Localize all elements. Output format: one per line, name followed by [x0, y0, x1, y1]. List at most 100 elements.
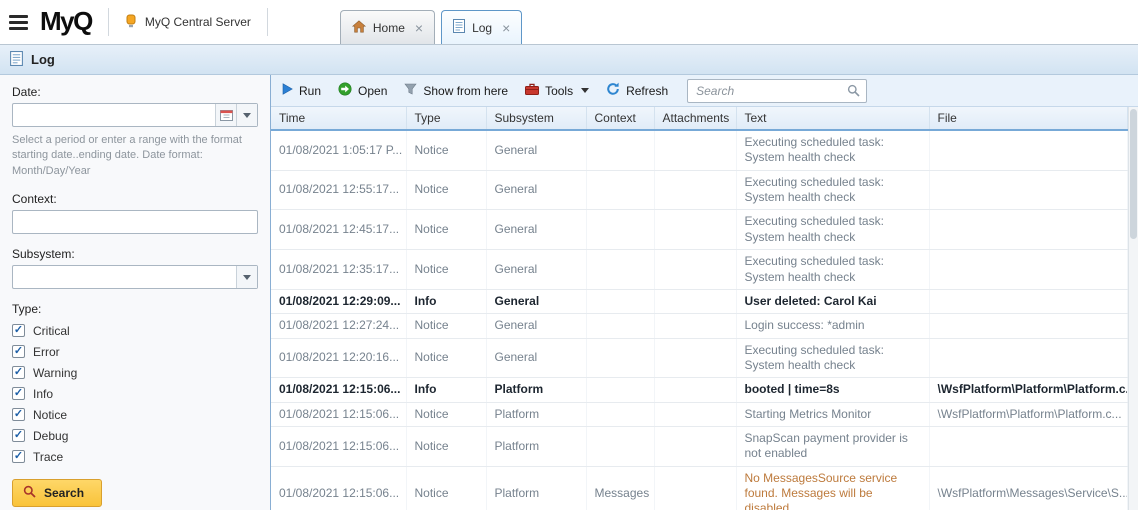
column-header-context[interactable]: Context	[586, 107, 654, 130]
table-header-row: Time Type Subsystem Context Attachments …	[271, 107, 1128, 130]
cell-text: Executing scheduled task: System health …	[736, 210, 929, 250]
server-icon	[125, 14, 137, 31]
log-table: Time Type Subsystem Context Attachments …	[271, 107, 1128, 510]
type-checkbox-notice[interactable]: ✓ Notice	[12, 404, 258, 425]
table-row[interactable]: 01/08/2021 12:15:06... Notice Platform S…	[271, 402, 1128, 426]
cell-context	[586, 402, 654, 426]
cell-text: User deleted: Carol Kai	[736, 289, 929, 313]
table-row[interactable]: 01/08/2021 12:45:17... Notice General Ex…	[271, 210, 1128, 250]
checkbox-icon[interactable]: ✓	[12, 324, 25, 337]
myq-logo: MyQ	[34, 6, 108, 39]
grid-body: Time Type Subsystem Context Attachments …	[271, 107, 1138, 510]
checkbox-icon[interactable]: ✓	[12, 450, 25, 463]
table-row[interactable]: 01/08/2021 12:27:24... Notice General Lo…	[271, 314, 1128, 338]
content-area: Date: Select a period or enter a range w…	[0, 75, 1138, 510]
log-table-body: 01/08/2021 1:05:17 P... Notice General E…	[271, 130, 1128, 510]
cell-subsystem: Platform	[486, 378, 586, 402]
cell-subsystem: Platform	[486, 427, 586, 467]
type-checkbox-warning[interactable]: ✓ Warning	[12, 362, 258, 383]
type-checkbox-critical[interactable]: ✓ Critical	[12, 320, 258, 341]
table-row[interactable]: 01/08/2021 1:05:17 P... Notice General E…	[271, 130, 1128, 170]
type-checkbox-info[interactable]: ✓ Info	[12, 383, 258, 404]
open-button[interactable]: Open	[338, 82, 387, 99]
cell-type: Notice	[406, 466, 486, 510]
cell-context	[586, 289, 654, 313]
checkbox-icon[interactable]: ✓	[12, 366, 25, 379]
page-titlebar: Log	[0, 45, 1138, 75]
cell-file: \WsfPlatform\Messages\Service\S...	[929, 466, 1128, 510]
column-header-text[interactable]: Text	[736, 107, 929, 130]
tab-log[interactable]: Log ×	[441, 10, 522, 44]
column-header-file[interactable]: File	[929, 107, 1128, 130]
date-hint: Select a period or enter a range with th…	[12, 133, 258, 179]
table-row[interactable]: 01/08/2021 12:55:17... Notice General Ex…	[271, 170, 1128, 210]
cell-text: Executing scheduled task: System health …	[736, 130, 929, 170]
calendar-icon[interactable]	[215, 104, 236, 126]
cell-context: Messages	[586, 466, 654, 510]
hamburger-menu-icon[interactable]	[0, 12, 34, 33]
checkbox-icon[interactable]: ✓	[12, 387, 25, 400]
checkbox-label: Notice	[33, 408, 67, 422]
tools-button[interactable]: Tools	[525, 83, 589, 98]
table-row[interactable]: 01/08/2021 12:29:09... Info General User…	[271, 289, 1128, 313]
cell-type: Notice	[406, 130, 486, 170]
grid-search-input[interactable]	[687, 79, 867, 103]
type-checkbox-error[interactable]: ✓ Error	[12, 341, 258, 362]
cell-attachments	[654, 466, 736, 510]
search-button[interactable]: Search	[12, 479, 102, 507]
column-header-time[interactable]: Time	[271, 107, 406, 130]
type-checkbox-debug[interactable]: ✓ Debug	[12, 425, 258, 446]
checkbox-label: Trace	[33, 450, 63, 464]
checkbox-icon[interactable]: ✓	[12, 429, 25, 442]
cell-text: Login success: *admin	[736, 314, 929, 338]
table-row[interactable]: 01/08/2021 12:15:06... Notice Platform M…	[271, 466, 1128, 510]
date-label: Date:	[12, 85, 258, 99]
column-header-attachments[interactable]: Attachments	[654, 107, 736, 130]
table-row[interactable]: 01/08/2021 12:15:06... Notice Platform S…	[271, 427, 1128, 467]
refresh-label: Refresh	[626, 84, 668, 98]
table-row[interactable]: 01/08/2021 12:15:06... Info Platform boo…	[271, 378, 1128, 402]
checkbox-label: Critical	[33, 324, 70, 338]
subsystem-label: Subsystem:	[12, 247, 258, 261]
vertical-scrollbar[interactable]	[1128, 107, 1138, 510]
cell-type: Notice	[406, 250, 486, 290]
checkbox-label: Info	[33, 387, 53, 401]
column-header-subsystem[interactable]: Subsystem	[486, 107, 586, 130]
filter-sidebar: Date: Select a period or enter a range w…	[0, 75, 270, 510]
checkbox-icon[interactable]: ✓	[12, 345, 25, 358]
table-row[interactable]: 01/08/2021 12:35:17... Notice General Ex…	[271, 250, 1128, 290]
cell-context	[586, 250, 654, 290]
log-page-icon	[10, 51, 23, 69]
cell-context	[586, 314, 654, 338]
table-row[interactable]: 01/08/2021 12:20:16... Notice General Ex…	[271, 338, 1128, 378]
subsystem-field	[12, 265, 258, 289]
page-title: Log	[31, 52, 55, 67]
tab-close-icon[interactable]: ×	[415, 20, 423, 36]
cell-file	[929, 210, 1128, 250]
show-from-here-label: Show from here	[423, 84, 508, 98]
type-checkbox-trace[interactable]: ✓ Trace	[12, 446, 258, 467]
checkbox-icon[interactable]: ✓	[12, 408, 25, 421]
server-tab[interactable]: MyQ Central Server	[109, 0, 267, 44]
date-dropdown-caret[interactable]	[236, 104, 257, 126]
checkbox-label: Debug	[33, 429, 68, 443]
cell-attachments	[654, 250, 736, 290]
tab-strip: Home × Log ×	[340, 10, 522, 44]
cell-subsystem: General	[486, 210, 586, 250]
app-window: MyQ MyQ Central Server Home × Log ×	[0, 0, 1138, 510]
grid-toolbar: Run Open Show from here	[271, 75, 1138, 107]
refresh-button[interactable]: Refresh	[606, 82, 668, 99]
cell-subsystem: General	[486, 314, 586, 338]
cell-text: Starting Metrics Monitor	[736, 402, 929, 426]
run-button[interactable]: Run	[282, 83, 321, 98]
subsystem-dropdown-caret[interactable]	[236, 266, 257, 288]
show-from-here-button[interactable]: Show from here	[404, 83, 508, 98]
column-header-type[interactable]: Type	[406, 107, 486, 130]
cell-time: 01/08/2021 1:05:17 P...	[271, 130, 406, 170]
context-input[interactable]	[12, 210, 258, 234]
tab-close-icon[interactable]: ×	[502, 20, 510, 36]
subsystem-select[interactable]	[12, 265, 258, 289]
tab-home[interactable]: Home ×	[340, 10, 435, 44]
open-label: Open	[358, 84, 387, 98]
scrollbar-thumb[interactable]	[1130, 109, 1137, 239]
